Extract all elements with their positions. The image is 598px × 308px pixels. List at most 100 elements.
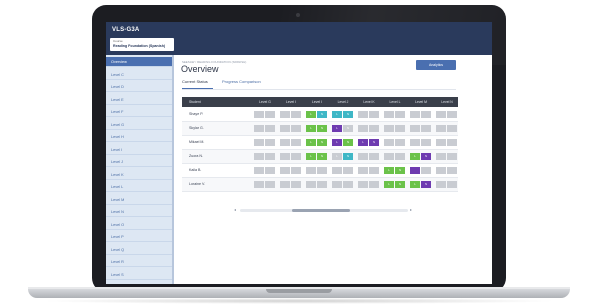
status-segment: L <box>306 153 316 160</box>
status-segment: N <box>343 153 353 160</box>
sidebar-item-level-e[interactable]: Level E <box>106 95 172 105</box>
level-status-cell[interactable] <box>280 181 301 188</box>
level-status-cell[interactable]: LN <box>306 125 327 132</box>
sidebar-item-level-p[interactable]: Level P <box>106 232 172 242</box>
level-column-header[interactable]: Level I <box>279 97 303 107</box>
level-status-cell[interactable] <box>384 139 405 146</box>
analytics-button[interactable]: Analytics <box>416 60 456 70</box>
sidebar-item-level-j[interactable]: Level J <box>106 157 172 167</box>
sidebar-item-level-g[interactable]: Level G <box>106 120 172 130</box>
level-status-cell[interactable]: LN <box>306 111 327 118</box>
level-status-cell[interactable] <box>358 125 379 132</box>
level-status-cell[interactable] <box>358 111 379 118</box>
level-status-cell[interactable]: LN <box>306 139 327 146</box>
level-status-cell[interactable] <box>436 167 457 174</box>
level-column-header[interactable]: Level I <box>305 97 329 107</box>
level-status-cell[interactable] <box>436 181 457 188</box>
level-status-cell[interactable] <box>332 167 353 174</box>
tab-progress-comparison[interactable]: Progress Comparison <box>222 79 261 84</box>
sidebar-item-level-h[interactable]: Level H <box>106 132 172 142</box>
level-status-cell[interactable]: LN <box>384 167 405 174</box>
level-column-header[interactable]: Level G <box>253 97 277 107</box>
level-status-cell[interactable]: LN <box>332 139 353 146</box>
level-status-cell[interactable] <box>254 181 275 188</box>
level-status-cell[interactable]: LN <box>332 153 353 160</box>
sidebar-item-level-q[interactable]: Level Q <box>106 245 172 255</box>
level-status-cell[interactable]: LN <box>332 111 353 118</box>
table-row[interactable]: Kaila B. L N <box>182 164 458 178</box>
level-status-cell[interactable]: LN <box>410 181 431 188</box>
sidebar-item-level-f[interactable]: Level F <box>106 107 172 117</box>
table-row[interactable]: Loraine V. L N L N <box>182 178 458 192</box>
status-segment <box>291 111 301 118</box>
level-status-cell[interactable] <box>254 153 275 160</box>
level-status-cell[interactable] <box>306 167 327 174</box>
level-status-cell[interactable] <box>254 167 275 174</box>
level-column-header[interactable]: Level M <box>409 97 433 107</box>
scroll-right-icon[interactable]: ▸ <box>410 207 412 212</box>
level-column-header[interactable]: Level N <box>435 97 459 107</box>
level-status-cell[interactable] <box>436 139 457 146</box>
scroll-left-icon[interactable]: ◂ <box>234 207 236 212</box>
sidebar-item-level-i[interactable]: Level I <box>106 145 172 155</box>
sidebar-item-level-r[interactable]: Level R <box>106 257 172 267</box>
level-status-cell[interactable] <box>436 153 457 160</box>
level-status-cell[interactable] <box>280 111 301 118</box>
level-status-cell[interactable] <box>254 125 275 132</box>
level-column-header[interactable]: Level K <box>357 97 381 107</box>
level-status-cell[interactable]: LN <box>306 153 327 160</box>
level-status-cell[interactable] <box>410 139 431 146</box>
table-row[interactable]: Skylar G. L N L N <box>182 122 458 136</box>
sidebar-item-level-c[interactable]: Level C <box>106 70 172 80</box>
scrollbar-thumb[interactable] <box>292 209 350 212</box>
level-status-cell[interactable] <box>332 181 353 188</box>
student-name[interactable]: Mikael M. <box>189 136 204 149</box>
table-row[interactable]: Mikael M. L N L N L N <box>182 136 458 150</box>
sidebar-item-level-s[interactable]: Level S <box>106 270 172 280</box>
level-status-cell[interactable] <box>254 139 275 146</box>
level-status-cell[interactable] <box>254 111 275 118</box>
table-row[interactable]: Zuora N. L N L N L N <box>182 150 458 164</box>
level-status-cell[interactable] <box>410 125 431 132</box>
level-status-cell[interactable] <box>358 167 379 174</box>
sidebar-item-overview[interactable]: Overview <box>106 57 172 67</box>
sidebar-item-level-k[interactable]: Level K <box>106 170 172 180</box>
level-status-cell[interactable] <box>280 125 301 132</box>
sidebar-item-level-d[interactable]: Level D <box>106 82 172 92</box>
level-status-cell[interactable]: LN <box>358 139 379 146</box>
level-status-cell[interactable] <box>358 153 379 160</box>
status-segment: L <box>306 111 316 118</box>
level-status-cell[interactable] <box>410 111 431 118</box>
status-segment <box>384 139 394 146</box>
level-status-cell[interactable] <box>410 167 431 174</box>
status-segment: L <box>358 139 368 146</box>
level-status-cell[interactable] <box>358 181 379 188</box>
student-name[interactable]: Loraine V. <box>189 178 205 191</box>
level-status-cell[interactable] <box>280 153 301 160</box>
level-status-cell[interactable]: LN <box>332 125 353 132</box>
tab-current-status[interactable]: Current Status <box>182 79 208 84</box>
level-status-cell[interactable]: LN <box>410 153 431 160</box>
grid-horizontal-scrollbar[interactable] <box>240 209 408 212</box>
level-status-cell[interactable] <box>384 111 405 118</box>
student-name[interactable]: Shaye P. <box>189 108 203 121</box>
student-name[interactable]: Zuora N. <box>189 150 203 163</box>
sidebar-item-level-m[interactable]: Level M <box>106 195 172 205</box>
sidebar-item-level-l[interactable]: Level L <box>106 182 172 192</box>
course-selector[interactable]: Course Reading Foundation (Spanish) <box>110 38 174 51</box>
table-row[interactable]: Shaye P. L N L N <box>182 108 458 122</box>
level-status-cell[interactable] <box>384 153 405 160</box>
sidebar-item-level-n[interactable]: Level N <box>106 207 172 217</box>
level-column-header[interactable]: Level L <box>383 97 407 107</box>
level-status-cell[interactable] <box>436 111 457 118</box>
level-status-cell[interactable] <box>436 125 457 132</box>
level-status-cell[interactable]: LN <box>384 181 405 188</box>
sidebar-item-level-o[interactable]: Level O <box>106 220 172 230</box>
level-status-cell[interactable] <box>280 167 301 174</box>
level-column-header[interactable]: Level J <box>331 97 355 107</box>
level-status-cell[interactable] <box>280 139 301 146</box>
student-name[interactable]: Kaila B. <box>189 164 201 177</box>
level-status-cell[interactable] <box>306 181 327 188</box>
level-status-cell[interactable] <box>384 125 405 132</box>
student-name[interactable]: Skylar G. <box>189 122 204 135</box>
